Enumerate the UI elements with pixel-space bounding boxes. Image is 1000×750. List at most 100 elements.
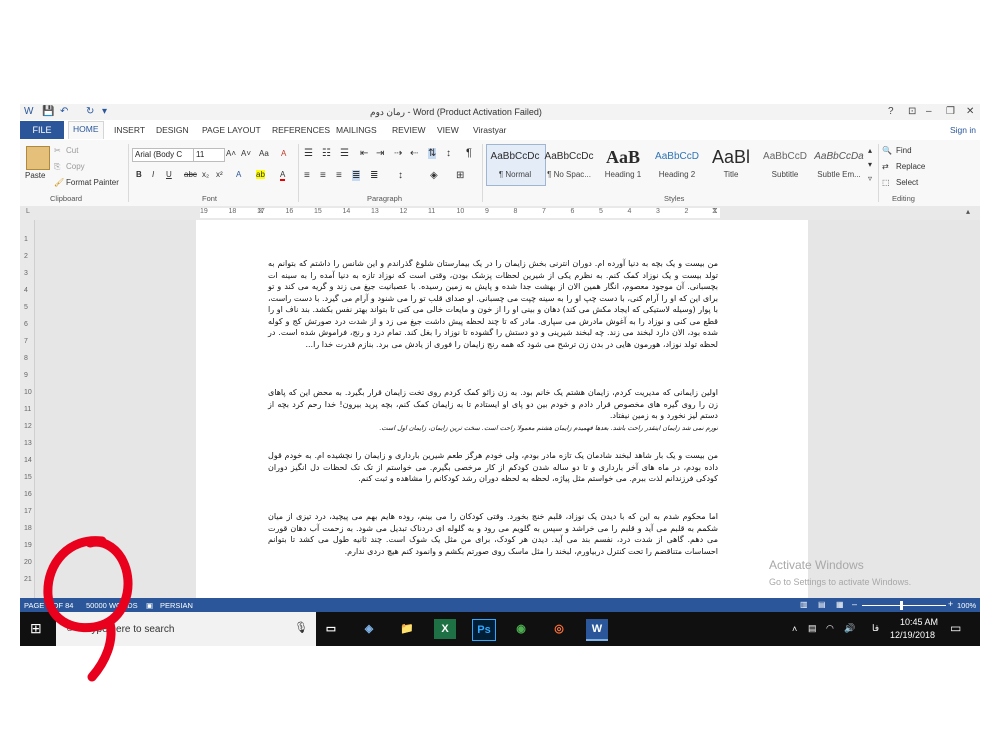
numbering-icon[interactable]: ☷	[322, 148, 331, 159]
clock-time[interactable]: 10:45 AM	[900, 617, 938, 627]
tab-virastyar[interactable]: Virastyar	[473, 125, 506, 135]
strikethrough-button[interactable]: abc	[184, 170, 197, 179]
tab-view[interactable]: VIEW	[437, 125, 459, 135]
style-heading-1[interactable]: AaB Heading 1	[594, 144, 652, 186]
underline-button[interactable]: U	[166, 170, 172, 179]
style-no-spacing[interactable]: AaBbCcDc ¶ No Spac...	[540, 144, 598, 186]
text-effects-button[interactable]: A	[236, 170, 241, 179]
language-status[interactable]: PERSIAN	[160, 601, 193, 610]
read-mode-icon[interactable]: ▥	[800, 600, 808, 609]
close-button[interactable]: ✕	[966, 106, 974, 117]
zoom-out-button[interactable]: –	[852, 599, 857, 609]
zoom-in-button[interactable]: +	[948, 599, 953, 609]
copy-button[interactable]: Copy	[66, 162, 85, 171]
qat-customize-icon[interactable]: ▾	[102, 106, 107, 117]
document-paragraph[interactable]: نورم نمی شد زایمان اینقدر راحت باشد. بعد…	[268, 423, 718, 443]
zoom-slider-thumb[interactable]	[900, 601, 903, 610]
firefox-icon[interactable]: ◎	[548, 619, 570, 639]
tab-design[interactable]: DESIGN	[156, 125, 189, 135]
font-size-box[interactable]: 11	[193, 148, 225, 162]
document-paragraph[interactable]: اما محکوم شدم به این که با دیدن یک نوزاد…	[268, 511, 718, 577]
italic-button[interactable]: I	[152, 170, 154, 179]
rtl-icon[interactable]: ⇠	[410, 148, 418, 159]
cut-button[interactable]: Cut	[66, 146, 78, 155]
save-icon[interactable]: 💾	[42, 106, 54, 117]
distributed-icon[interactable]: ≣	[370, 170, 378, 181]
styles-scroll-down-icon[interactable]: ▾	[868, 160, 872, 169]
tab-file[interactable]: FILE	[20, 121, 64, 139]
chrome-icon[interactable]: ◉	[510, 619, 532, 639]
font-name-box[interactable]: Arial (Body C	[132, 148, 194, 162]
zoom-level[interactable]: 100%	[957, 601, 976, 610]
document-paragraph[interactable]: من بیست و یک بچه به دنیا آورده ام. دوران…	[268, 258, 718, 376]
ruler-tab-selector[interactable]: L	[26, 208, 30, 215]
clock-date[interactable]: 12/19/2018	[890, 630, 935, 640]
tab-references[interactable]: REFERENCES	[272, 125, 330, 135]
notifications-icon[interactable]: ▭	[950, 621, 961, 635]
borders-icon[interactable]: ⊞	[456, 170, 464, 181]
tab-home[interactable]: HOME	[68, 121, 104, 139]
clear-formatting-button[interactable]: A	[281, 149, 286, 158]
zoom-slider-track[interactable]	[862, 605, 946, 606]
style-subtitle[interactable]: AaBbCcD Subtitle	[756, 144, 814, 186]
increase-indent-icon[interactable]: ⇥	[376, 148, 384, 159]
web-layout-icon[interactable]: ▦	[836, 600, 844, 609]
sign-in-link[interactable]: Sign in	[950, 125, 976, 135]
replace-button[interactable]: Replace	[896, 162, 925, 171]
shading-icon[interactable]: ◈	[430, 170, 438, 181]
task-view-icon[interactable]: ▭	[320, 619, 342, 639]
print-layout-icon[interactable]: ▤	[818, 600, 826, 609]
tray-overflow-icon[interactable]: ˄	[792, 624, 797, 634]
line-spacing-icon[interactable]: ↕	[398, 170, 403, 181]
volume-icon[interactable]: 🔊	[844, 623, 855, 634]
app-icon-1[interactable]: ◈	[358, 619, 380, 639]
decrease-indent-icon[interactable]: ⇤	[360, 148, 368, 159]
show-formatting-button[interactable]: ¶	[466, 147, 472, 159]
document-paragraph[interactable]: من بیست و یک بار شاهد لبخند شادمان یک تا…	[268, 450, 718, 500]
bold-button[interactable]: B	[136, 170, 142, 179]
highlight-button[interactable]: ab	[256, 170, 265, 179]
tab-insert[interactable]: INSERT	[114, 125, 145, 135]
align-center-icon[interactable]: ≡	[320, 170, 326, 181]
align-left-icon[interactable]: ≡	[304, 170, 310, 181]
select-button[interactable]: Select	[896, 178, 918, 187]
sort-alt-icon[interactable]: ↕	[446, 148, 451, 159]
file-explorer-icon[interactable]: 📁	[396, 619, 418, 639]
paste-button[interactable]: Paste	[25, 171, 45, 180]
shrink-font-button[interactable]: A˅	[241, 149, 251, 158]
align-right-icon[interactable]: ≡	[336, 170, 342, 181]
indent-marker-icon[interactable]: ⧖	[712, 206, 718, 216]
styles-scroll-up-icon[interactable]: ▴	[868, 146, 872, 155]
network-icon[interactable]: ▤	[808, 623, 817, 634]
photoshop-icon[interactable]: Ps	[472, 619, 496, 641]
tab-mailings[interactable]: MAILINGS	[336, 125, 377, 135]
styles-more-icon[interactable]: ▿	[868, 174, 872, 183]
help-button[interactable]: ?	[888, 106, 894, 117]
superscript-button[interactable]: x²	[216, 170, 223, 179]
justify-icon[interactable]: ≣	[352, 170, 361, 181]
proofing-icon[interactable]: ▣	[146, 601, 153, 610]
ruler-scroll-icon[interactable]: ▴	[966, 207, 970, 216]
find-button[interactable]: Find	[896, 146, 912, 155]
undo-icon[interactable]: ↶	[60, 106, 68, 117]
document-paragraph[interactable]: اولین زایمانی که مدیریت کردم، زایمان هشت…	[268, 387, 718, 425]
minimize-button[interactable]: –	[926, 106, 932, 117]
microphone-icon[interactable]: 🎙	[294, 621, 308, 634]
excel-icon[interactable]: X	[434, 619, 456, 639]
sort-icon[interactable]: ⇅	[428, 148, 437, 159]
ltr-icon[interactable]: ⇢	[394, 148, 402, 159]
redo-icon[interactable]: ↻	[86, 106, 94, 117]
multilevel-list-icon[interactable]: ☰	[340, 148, 349, 159]
style-subtle-emphasis[interactable]: AaBbCcDa Subtle Em...	[810, 144, 868, 186]
ribbon-display-button[interactable]: ⊡	[908, 106, 916, 117]
style-title[interactable]: AaBl Title	[702, 144, 760, 186]
grow-font-button[interactable]: A˄	[226, 149, 236, 158]
style-heading-2[interactable]: AaBbCcD Heading 2	[648, 144, 706, 186]
wifi-icon[interactable]: ◠	[826, 623, 834, 634]
tab-page-layout[interactable]: PAGE LAYOUT	[202, 125, 261, 135]
change-case-button[interactable]: Aa	[259, 149, 269, 158]
input-language[interactable]: فا	[872, 623, 879, 634]
style-normal[interactable]: AaBbCcDc ¶ Normal	[486, 144, 544, 186]
bullets-icon[interactable]: ☰	[304, 148, 313, 159]
word-taskbar-icon[interactable]: W	[586, 619, 608, 641]
